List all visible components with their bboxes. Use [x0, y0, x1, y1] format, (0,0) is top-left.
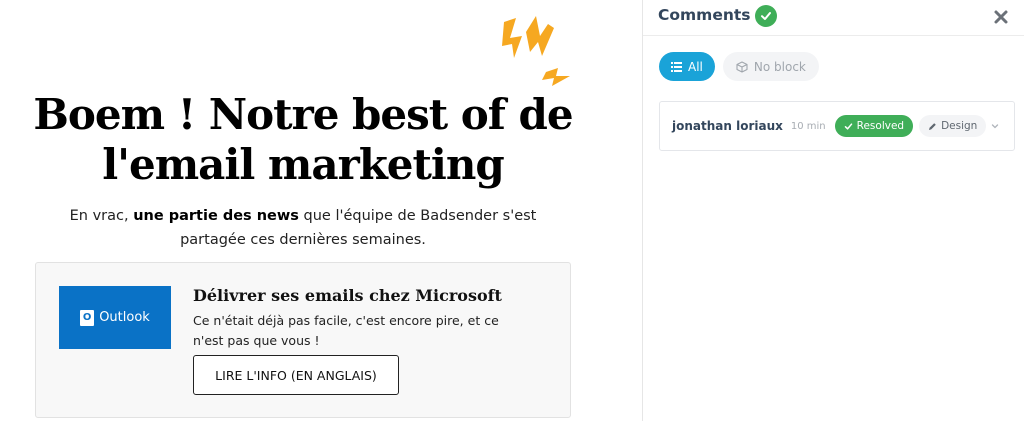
filter-all-label: All	[688, 59, 703, 74]
category-tag[interactable]: Design	[919, 115, 987, 137]
email-preview: Boem ! Notre best of de l'email marketin…	[0, 0, 642, 421]
cube-icon	[736, 60, 748, 73]
resolved-label: Resolved	[856, 120, 905, 132]
headline-line-1: Boem ! Notre best of de	[33, 90, 573, 139]
pencil-icon	[929, 122, 936, 130]
lightning-sparkle-icon	[502, 16, 570, 86]
check-icon	[844, 122, 852, 130]
news-card: O Outlook Délivrer ses emails chez Micro…	[35, 262, 571, 418]
panel-header: Comments	[643, 0, 1024, 36]
list-icon	[671, 61, 682, 72]
card-text: Ce n'était déjà pas facile, c'est encore…	[193, 313, 499, 348]
chevron-down-icon[interactable]	[990, 121, 1000, 131]
comment-time: 10 min	[790, 120, 826, 132]
comment-filters: All No block	[659, 52, 819, 81]
outlook-logo: O Outlook	[59, 286, 171, 349]
outlook-logo-text: Outlook	[99, 310, 150, 325]
comment-item[interactable]: jonathan loriaux 10 min Resolved Design	[659, 101, 1015, 151]
email-headline: Boem ! Notre best of de l'email marketin…	[30, 90, 576, 190]
resolved-badge[interactable]: Resolved	[834, 115, 914, 137]
category-tag-label: Design	[941, 120, 978, 132]
email-intro: En vrac, une partie des news que l'équip…	[40, 204, 566, 252]
filter-all-button[interactable]: All	[659, 52, 715, 81]
close-icon[interactable]	[992, 8, 1010, 26]
filter-no-block-button[interactable]: No block	[722, 52, 819, 81]
read-more-button[interactable]: LIRE L'INFO (EN ANGLAIS)	[193, 355, 399, 395]
intro-prefix: En vrac,	[69, 208, 134, 224]
intro-bold: une partie des news	[133, 208, 299, 224]
comments-panel: Comments All No block jonathan loriaux 1…	[642, 0, 1024, 421]
panel-title: Comments	[658, 6, 751, 24]
comment-author: jonathan loriaux	[672, 119, 783, 133]
headline-line-2: l'email marketing	[102, 140, 505, 189]
card-title: Délivrer ses emails chez Microsoft	[193, 286, 502, 305]
outlook-icon: O	[80, 309, 95, 326]
filter-no-block-label: No block	[753, 59, 806, 74]
check-circle-icon	[755, 5, 777, 27]
